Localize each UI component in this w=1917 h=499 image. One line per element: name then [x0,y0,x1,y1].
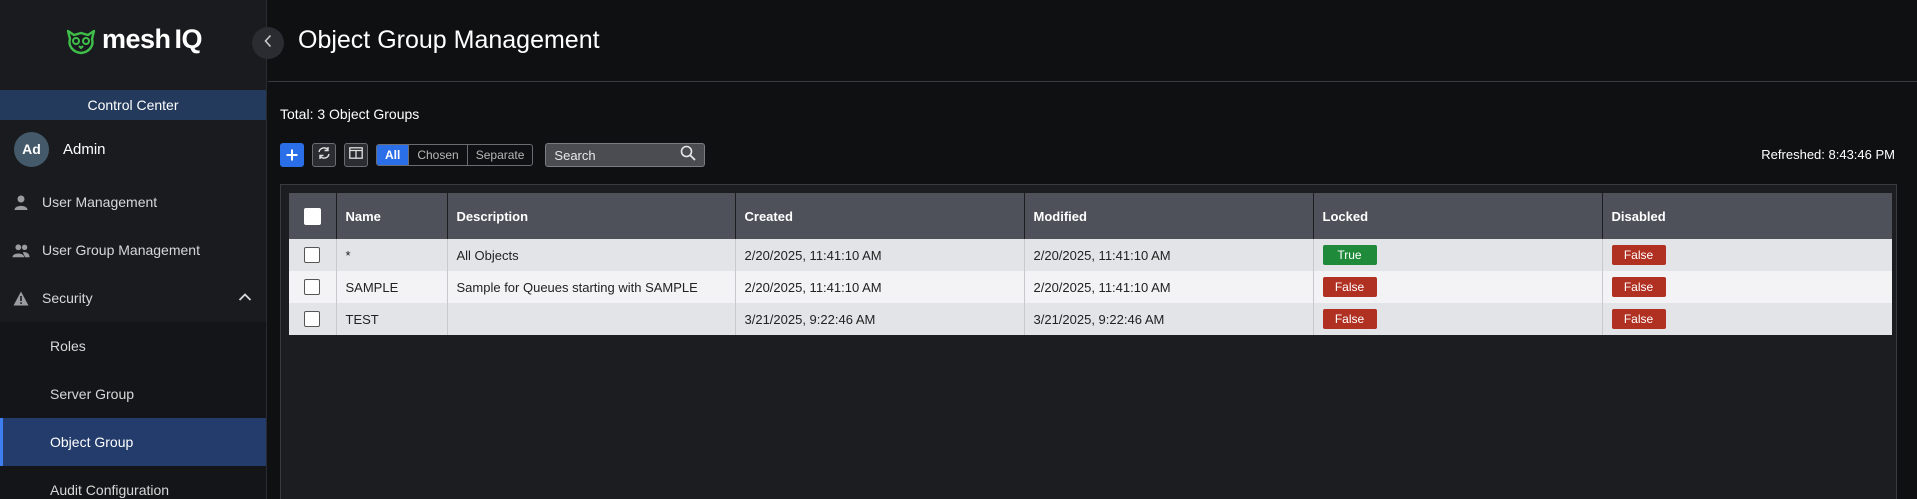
user-name: Admin [63,140,106,158]
row-checkbox[interactable] [304,279,321,296]
table-row[interactable]: SAMPLE Sample for Queues starting with S… [289,271,1892,303]
cell-modified: 2/20/2025, 11:41:10 AM [1024,271,1314,303]
locked-badge: True [1322,245,1377,265]
meshiq-logo[interactable]: mesh IQ [64,24,203,55]
total-count: Total: 3 Object Groups [280,106,420,122]
columns-button[interactable] [344,143,368,167]
table-row[interactable]: * All Objects 2/20/2025, 11:41:10 AM 2/2… [289,239,1892,271]
row-checkbox[interactable] [304,311,321,328]
cell-disabled: False [1602,271,1892,303]
disabled-badge: False [1611,245,1666,265]
plus-icon [286,144,298,167]
row-select-cell [289,303,337,335]
chevron-left-icon [263,34,273,53]
sidebar-subitem-audit-configuration[interactable]: Audit Configuration [0,466,266,499]
refresh-button[interactable] [312,143,336,167]
table-header-row: Name Description Created Modified Locked… [289,193,1892,239]
cell-modified: 2/20/2025, 11:41:10 AM [1024,239,1314,271]
cell-description: All Objects [447,239,736,271]
cell-description [447,303,736,335]
row-checkbox[interactable] [304,247,321,264]
column-header-created[interactable]: Created [735,193,1025,239]
search-input[interactable] [554,147,665,163]
cell-locked: True [1313,239,1603,271]
sidebar-item-user-management[interactable]: User Management [0,178,266,226]
sidebar-item-label: Security [42,290,93,306]
column-header-locked[interactable]: Locked [1313,193,1603,239]
refresh-icon [317,146,331,165]
refreshed-timestamp: Refreshed: 8:43:46 PM [1761,147,1895,162]
cell-name: TEST [336,303,448,335]
columns-icon [349,146,363,164]
select-all-cell [289,193,337,239]
column-header-modified[interactable]: Modified [1024,193,1314,239]
current-user[interactable]: Ad Admin [0,120,266,178]
logo-text-suffix: IQ [174,24,203,54]
table-row[interactable]: TEST 3/21/2025, 9:22:46 AM 3/21/2025, 9:… [289,303,1892,335]
sidebar: mesh IQ Control Center Ad Admin User Mana… [0,0,267,499]
chevron-up-icon[interactable] [238,289,252,305]
sidebar-item-label: User Group Management [42,242,200,258]
cell-name: * [336,239,448,271]
main-content: Object Group Management Total: 3 Object … [268,0,1917,499]
control-center-header: Control Center [0,90,266,120]
filter-chosen[interactable]: Chosen [409,145,468,165]
collapse-sidebar-button[interactable] [252,27,284,59]
add-button[interactable] [280,143,304,167]
filter-segment: All Chosen Separate [376,144,534,166]
toolbar: All Chosen Separate [280,143,706,167]
page-header: Object Group Management [268,0,1917,82]
cell-disabled: False [1602,239,1892,271]
cell-locked: False [1313,303,1603,335]
sidebar-subitem-roles[interactable]: Roles [0,322,266,370]
column-header-disabled[interactable]: Disabled [1602,193,1892,239]
object-group-table: Name Description Created Modified Locked… [289,193,1892,335]
sidebar-item-security[interactable]: Security [0,274,266,322]
cell-disabled: False [1602,303,1892,335]
locked-badge: False [1322,309,1377,329]
sidebar-subitem-server-group[interactable]: Server Group [0,370,266,418]
disabled-badge: False [1611,277,1666,297]
row-select-cell [289,271,337,303]
search-box[interactable] [545,143,706,167]
owl-logo-icon [66,29,96,54]
page-title: Object Group Management [298,26,600,54]
sidebar-subitem-object-group[interactable]: Object Group [0,418,266,466]
filter-separate[interactable]: Separate [468,145,533,165]
column-header-name[interactable]: Name [336,193,448,239]
row-select-cell [289,239,337,271]
logo-text-prefix: mesh [101,24,171,54]
cell-created: 2/20/2025, 11:41:10 AM [735,271,1025,303]
table-container: Name Description Created Modified Locked… [280,184,1897,499]
select-all-checkbox[interactable] [303,207,321,225]
sidebar-item-label: User Management [42,194,158,210]
search-icon[interactable] [680,145,697,166]
column-header-description[interactable]: Description [447,193,736,239]
cell-description: Sample for Queues starting with SAMPLE [447,271,736,303]
cell-name: SAMPLE [336,271,448,303]
warning-icon [12,289,30,307]
filter-all[interactable]: All [377,145,410,165]
cell-locked: False [1313,271,1603,303]
disabled-badge: False [1611,309,1666,329]
avatar: Ad [14,131,49,167]
users-icon [12,241,30,259]
cell-created: 2/20/2025, 11:41:10 AM [735,239,1025,271]
cell-created: 3/21/2025, 9:22:46 AM [735,303,1025,335]
locked-badge: False [1322,277,1377,297]
cell-modified: 3/21/2025, 9:22:46 AM [1024,303,1314,335]
logo-area: mesh IQ [0,0,266,90]
user-icon [12,193,30,211]
sidebar-item-user-group-management[interactable]: User Group Management [0,226,266,274]
